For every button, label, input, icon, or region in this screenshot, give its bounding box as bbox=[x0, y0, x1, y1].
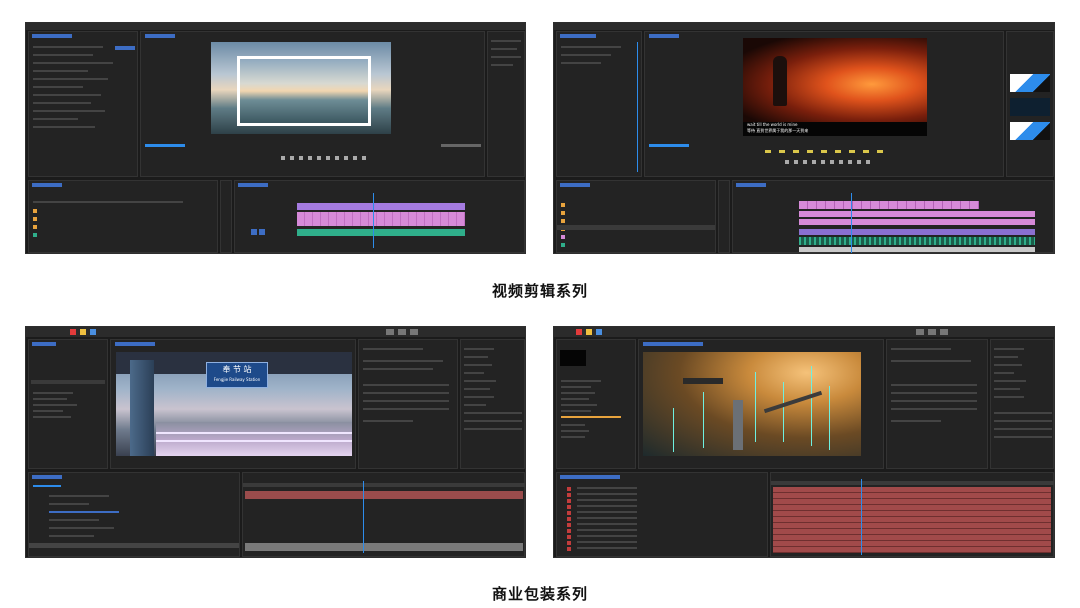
playhead[interactable] bbox=[851, 193, 852, 253]
composition-panel bbox=[638, 339, 884, 469]
fire-scene-image bbox=[743, 38, 927, 122]
tools-panel bbox=[718, 180, 730, 253]
premiere-screenshot-1 bbox=[25, 22, 526, 254]
ship bbox=[683, 378, 723, 384]
bridge bbox=[763, 390, 823, 414]
audio-track-a2[interactable] bbox=[799, 237, 1035, 245]
audio-track-a1[interactable] bbox=[297, 229, 465, 236]
effects-panel bbox=[1006, 31, 1054, 177]
menu-bar bbox=[26, 23, 525, 30]
audio-track-a3[interactable] bbox=[799, 247, 1035, 252]
after-effects-screenshot-2 bbox=[553, 326, 1055, 558]
track-bed bbox=[156, 422, 352, 456]
timecode-display bbox=[145, 144, 185, 147]
playhead[interactable] bbox=[363, 481, 364, 553]
video-track-v1[interactable] bbox=[297, 212, 465, 226]
video-track-v2[interactable] bbox=[297, 203, 465, 210]
layer-labels bbox=[567, 487, 571, 551]
playhead[interactable] bbox=[861, 479, 862, 555]
layer-bars[interactable] bbox=[773, 487, 1051, 553]
tab-effect-controls[interactable] bbox=[32, 34, 72, 38]
program-monitor-panel bbox=[140, 31, 485, 177]
after-effects-screenshot-1: 奉 节 站 Fengjie Railway Station bbox=[25, 326, 526, 558]
layer-bar-1[interactable] bbox=[245, 491, 523, 499]
audio-track-a1[interactable] bbox=[799, 229, 1035, 235]
tower bbox=[733, 400, 743, 450]
effects-presets-panel bbox=[460, 339, 525, 469]
tab-project[interactable] bbox=[32, 183, 62, 187]
tab-timeline[interactable] bbox=[32, 475, 62, 479]
timeline-graph bbox=[242, 472, 525, 557]
lake-frame-background bbox=[211, 42, 391, 134]
station-sign: 奉 节 站 Fengjie Railway Station bbox=[206, 362, 268, 388]
subtitle-chinese: 等待 直到世界属于我的那一天到来 bbox=[747, 128, 809, 133]
marker-row bbox=[765, 150, 885, 153]
effects-panel bbox=[487, 31, 525, 177]
project-panel bbox=[556, 339, 636, 469]
character-panel bbox=[886, 339, 988, 469]
portfolio-page: wait till the world is mine 等待 直到世界属于我的那… bbox=[0, 0, 1080, 608]
fire-scene-frame: wait till the world is mine 等待 直到世界属于我的那… bbox=[743, 38, 927, 136]
playhead[interactable] bbox=[373, 193, 374, 248]
tab-composition[interactable] bbox=[115, 342, 155, 346]
video-track-v3[interactable] bbox=[799, 201, 979, 209]
caption-commercial-packaging: 商业包装系列 bbox=[491, 585, 588, 603]
project-thumbnail bbox=[560, 350, 586, 366]
caption-video-editing: 视频剪辑系列 bbox=[491, 282, 588, 300]
subtitle-english: wait till the world is mine bbox=[747, 122, 798, 127]
effect-controls-panel bbox=[556, 31, 642, 177]
timeline-panel bbox=[732, 180, 1054, 253]
tools-panel bbox=[220, 180, 232, 253]
layer-panel bbox=[28, 472, 240, 557]
composition-panel: 奉 节 站 Fengjie Railway Station bbox=[110, 339, 356, 469]
tab-program[interactable] bbox=[145, 34, 175, 38]
transport-controls[interactable] bbox=[281, 156, 371, 160]
tab-sequence[interactable] bbox=[736, 183, 766, 187]
transport-controls[interactable] bbox=[785, 160, 875, 164]
preset-thumbnail-1[interactable] bbox=[1010, 74, 1050, 92]
layer-bar-2[interactable] bbox=[245, 543, 523, 551]
timecode-display bbox=[33, 485, 61, 487]
timecode-display bbox=[649, 144, 689, 147]
effects-presets-panel bbox=[990, 339, 1054, 469]
character-panel bbox=[358, 339, 458, 469]
keyframe-bar[interactable] bbox=[115, 46, 135, 50]
tab-project[interactable] bbox=[560, 183, 590, 187]
premiere-screenshot-2: wait till the world is mine 等待 直到世界属于我的那… bbox=[553, 22, 1055, 254]
tab-composition[interactable] bbox=[643, 342, 703, 346]
station-sign-english: Fengjie Railway Station bbox=[213, 377, 261, 382]
tab-sequence[interactable] bbox=[238, 183, 268, 187]
layer-panel bbox=[556, 472, 768, 557]
project-panel bbox=[28, 180, 218, 253]
program-monitor-panel: wait till the world is mine 等待 直到世界属于我的那… bbox=[644, 31, 1004, 177]
timeline-panel bbox=[234, 180, 525, 253]
toolbar bbox=[554, 327, 1054, 337]
project-panel bbox=[28, 339, 108, 469]
station-sign-chinese: 奉 节 站 bbox=[222, 365, 252, 374]
tab-program[interactable] bbox=[649, 34, 679, 38]
preset-thumbnail-3[interactable] bbox=[1010, 122, 1050, 140]
aerial-city-frame bbox=[643, 352, 861, 456]
silhouette-figure bbox=[773, 56, 787, 106]
train-station-frame: 奉 节 站 Fengjie Railway Station bbox=[116, 352, 352, 456]
video-track-v2[interactable] bbox=[799, 211, 1035, 217]
tab-effect-controls[interactable] bbox=[560, 34, 596, 38]
framed-lake-image bbox=[237, 56, 371, 126]
timeline-graph bbox=[770, 472, 1054, 557]
menu-bar bbox=[554, 23, 1054, 30]
tab-project[interactable] bbox=[32, 342, 56, 346]
effect-controls-panel bbox=[28, 31, 138, 177]
toolbar bbox=[26, 327, 525, 337]
preset-thumbnail-2[interactable] bbox=[1010, 98, 1050, 116]
project-panel bbox=[556, 180, 716, 253]
video-track-v1[interactable] bbox=[799, 219, 1035, 225]
platform-pillar bbox=[130, 360, 154, 456]
duration-display bbox=[441, 144, 481, 147]
tab-timeline[interactable] bbox=[560, 475, 620, 479]
